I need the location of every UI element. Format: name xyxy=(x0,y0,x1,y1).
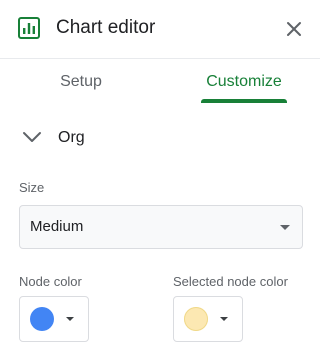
chart-editor-header: Chart editor xyxy=(0,0,320,59)
close-icon[interactable] xyxy=(283,18,305,40)
selected-node-color-swatch xyxy=(184,307,208,331)
chart-icon xyxy=(18,17,40,39)
size-label: Size xyxy=(19,180,45,195)
dropdown-arrow-icon xyxy=(220,317,228,321)
chevron-down-icon xyxy=(23,132,41,142)
size-dropdown[interactable]: Medium xyxy=(19,205,303,249)
chart-editor-panel: Chart editor Setup Customize Org Size Me… xyxy=(0,0,320,359)
active-tab-indicator xyxy=(201,99,287,103)
node-color-label: Node color xyxy=(19,274,82,289)
node-color-picker[interactable] xyxy=(19,296,89,342)
dropdown-arrow-icon xyxy=(66,317,74,321)
section-title: Org xyxy=(58,129,85,146)
selected-node-color-label: Selected node color xyxy=(173,274,288,289)
panel-title: Chart editor xyxy=(56,17,156,38)
size-selected-value: Medium xyxy=(30,218,84,235)
editor-tabs: Setup Customize xyxy=(0,59,320,105)
selected-node-color-picker[interactable] xyxy=(173,296,243,342)
section-org-header[interactable]: Org xyxy=(0,118,320,160)
node-color-swatch xyxy=(30,307,54,331)
dropdown-arrow-icon xyxy=(280,225,290,230)
tab-setup[interactable]: Setup xyxy=(40,59,122,105)
